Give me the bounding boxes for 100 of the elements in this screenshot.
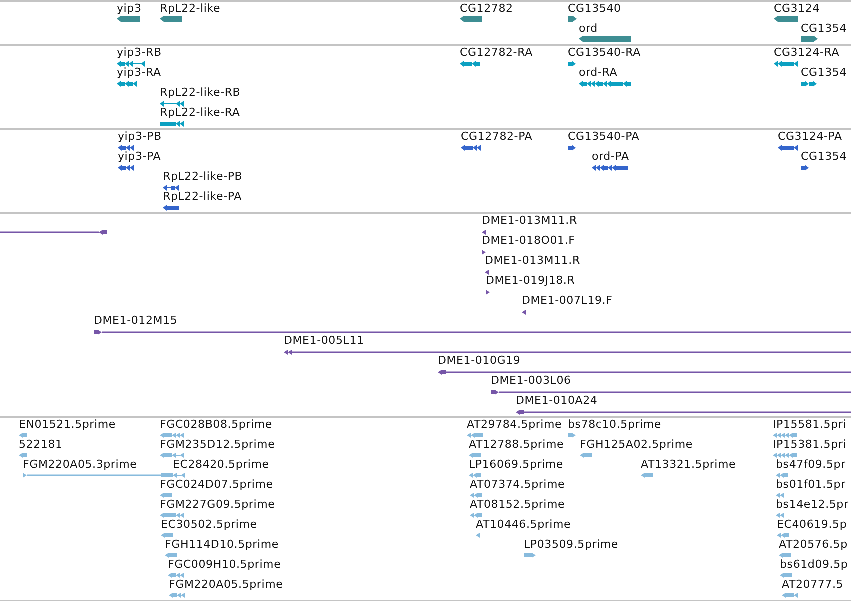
protein-arrow-icon[interactable] bbox=[163, 185, 179, 191]
est-arrow-icon[interactable] bbox=[470, 493, 482, 498]
transcript-arrow-icon[interactable] bbox=[160, 121, 184, 127]
feature-label: FGM220A05.3prime bbox=[23, 458, 138, 471]
transcript-arrow-icon[interactable] bbox=[774, 61, 798, 67]
feature-label: bs14e12.5pr bbox=[776, 498, 849, 511]
feature-label: DME1-012M15 bbox=[94, 314, 178, 327]
est-arrow-icon[interactable] bbox=[469, 473, 481, 478]
est-arrow-icon[interactable] bbox=[777, 533, 789, 538]
feature-label: DME1-019J18.R bbox=[486, 274, 576, 287]
clone-span-line[interactable] bbox=[94, 330, 851, 335]
est-arrow-icon[interactable] bbox=[19, 453, 27, 458]
transcript-arrow-icon[interactable] bbox=[801, 81, 817, 87]
gene-arrow-icon[interactable] bbox=[460, 16, 482, 22]
feature-label: LP16069.5prime bbox=[469, 458, 564, 471]
est-arrow-icon[interactable] bbox=[776, 493, 784, 498]
est-arrow-icon[interactable] bbox=[168, 573, 184, 578]
feature-label: CG3124 bbox=[774, 2, 820, 15]
feature-label: CG1354 bbox=[801, 66, 847, 79]
est-arrow-icon[interactable] bbox=[19, 433, 27, 438]
feature-label: IP15381.5pri bbox=[773, 438, 847, 451]
protein-arrow-icon[interactable] bbox=[778, 145, 798, 151]
est-arrow-icon[interactable] bbox=[780, 573, 792, 578]
gene-arrow-icon[interactable] bbox=[801, 36, 818, 42]
gene-arrow-icon[interactable] bbox=[774, 16, 798, 22]
feature-label: DME1-005L11 bbox=[284, 334, 364, 347]
clone-arrow-icon[interactable] bbox=[485, 270, 489, 275]
feature-label: EC40619.5p bbox=[777, 518, 848, 531]
est-arrow-icon[interactable] bbox=[773, 433, 797, 438]
clone-arrow-icon[interactable] bbox=[482, 250, 486, 255]
est-arrow-icon[interactable] bbox=[776, 473, 788, 478]
clone-arrow-icon[interactable] bbox=[486, 290, 490, 295]
feature-label: AT13321.5prime bbox=[641, 458, 736, 471]
feature-label: RpL22-like-RA bbox=[160, 106, 240, 119]
est-arrow-icon[interactable] bbox=[160, 433, 184, 438]
protein-arrow-icon[interactable] bbox=[118, 165, 134, 171]
est-arrow-icon[interactable] bbox=[470, 513, 482, 518]
transcript-arrow-icon[interactable] bbox=[460, 61, 480, 67]
transcript-arrow-icon[interactable] bbox=[117, 81, 137, 87]
est-arrow-icon[interactable] bbox=[476, 533, 480, 538]
clone-span-line[interactable] bbox=[516, 410, 851, 415]
feature-label: bs01f01.5pr bbox=[776, 478, 846, 491]
feature-label: AT07374.5prime bbox=[470, 478, 566, 491]
feature-label: CG1354 bbox=[801, 150, 847, 163]
feature-label: FGM227G09.5prime bbox=[160, 498, 276, 511]
est-arrow-icon[interactable] bbox=[160, 453, 184, 458]
feature-label: RpL22-like bbox=[160, 2, 221, 15]
feature-label: bs47f09.5pr bbox=[776, 458, 846, 471]
est-arrow-icon[interactable] bbox=[641, 473, 653, 478]
feature-label: FGH125A02.5prime bbox=[580, 438, 693, 451]
feature-label: DME1-007L19.F bbox=[522, 294, 613, 307]
feature-label: CG3124-PA bbox=[778, 130, 842, 143]
feature-label: yip3 bbox=[117, 2, 142, 15]
feature-label: AT10446.5prime bbox=[476, 518, 572, 531]
feature-label: CG13540-PA bbox=[568, 130, 640, 143]
gene-arrow-icon[interactable] bbox=[160, 16, 182, 22]
clone-span-line[interactable] bbox=[491, 390, 851, 395]
gene-arrow-icon[interactable] bbox=[579, 36, 631, 42]
feature-label: ord bbox=[579, 22, 598, 35]
est-arrow-icon[interactable] bbox=[773, 453, 797, 458]
protein-arrow-icon[interactable] bbox=[801, 165, 809, 171]
gene-arrow-icon[interactable] bbox=[117, 16, 140, 22]
protein-arrow-icon[interactable] bbox=[568, 145, 576, 151]
protein-arrow-icon[interactable] bbox=[461, 145, 481, 151]
est-arrow-icon[interactable] bbox=[580, 453, 592, 458]
est-arrow-icon[interactable] bbox=[165, 553, 177, 558]
feature-label: bs78c10.5prime bbox=[568, 418, 662, 431]
est-arrow-icon[interactable] bbox=[160, 493, 172, 498]
feature-label: ord-RA bbox=[579, 66, 618, 79]
est-arrow-icon[interactable] bbox=[524, 553, 536, 558]
feature-label: EN01521.5prime bbox=[19, 418, 116, 431]
est-arrow-icon[interactable] bbox=[161, 533, 173, 538]
feature-label: AT29784.5prime bbox=[467, 418, 562, 431]
est-arrow-icon[interactable] bbox=[776, 513, 784, 518]
est-arrow-icon[interactable] bbox=[568, 433, 576, 438]
protein-arrow-icon[interactable] bbox=[592, 165, 628, 171]
est-arrow-icon[interactable] bbox=[779, 553, 791, 558]
est-arrow-icon[interactable] bbox=[173, 473, 185, 478]
est-arrow-icon[interactable] bbox=[469, 453, 481, 458]
est-arrow-icon[interactable] bbox=[169, 593, 185, 598]
clone-span-line[interactable] bbox=[438, 370, 851, 375]
clone-span-line[interactable] bbox=[0, 230, 107, 235]
est-span-line[interactable] bbox=[23, 473, 173, 478]
transcript-arrow-icon[interactable] bbox=[568, 61, 576, 67]
est-arrow-icon[interactable] bbox=[160, 513, 184, 518]
transcript-arrow-icon[interactable] bbox=[579, 81, 631, 87]
protein-arrow-icon[interactable] bbox=[118, 145, 134, 151]
feature-label: CG12782-RA bbox=[460, 46, 533, 59]
gene-arrow-icon[interactable] bbox=[568, 16, 577, 22]
clone-arrow-icon[interactable] bbox=[522, 310, 526, 315]
est-arrow-icon[interactable] bbox=[782, 593, 798, 598]
transcript-arrow-icon[interactable] bbox=[117, 61, 145, 67]
feature-label: RpL22-like-PB bbox=[163, 170, 243, 183]
transcript-arrow-icon[interactable] bbox=[160, 101, 184, 107]
feature-label: FGC028B08.5prime bbox=[160, 418, 272, 431]
clone-arrow-icon[interactable] bbox=[482, 230, 486, 235]
clone-span-line[interactable] bbox=[284, 350, 851, 355]
est-arrow-icon[interactable] bbox=[467, 433, 483, 438]
feature-label: EC28420.5prime bbox=[173, 458, 270, 471]
protein-arrow-icon[interactable] bbox=[163, 205, 179, 211]
